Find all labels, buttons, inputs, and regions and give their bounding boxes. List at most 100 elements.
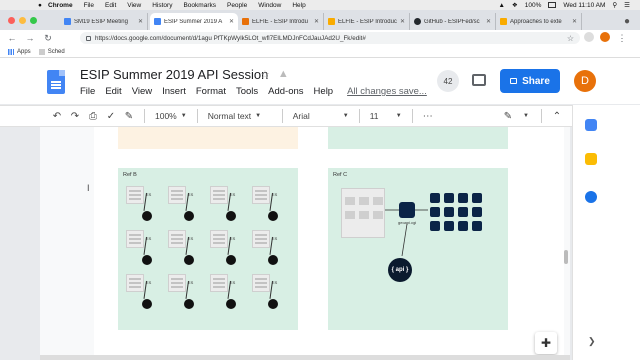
save-status[interactable]: All changes save... bbox=[347, 86, 427, 97]
docs-menu-tools[interactable]: Tools bbox=[236, 86, 258, 97]
docs-menu-view[interactable]: View bbox=[132, 86, 152, 97]
extension-icon[interactable] bbox=[584, 32, 594, 42]
menu-list-icon[interactable]: ☰ bbox=[624, 1, 630, 9]
service-card bbox=[168, 230, 186, 248]
bluetooth-icon[interactable]: ❖ bbox=[512, 1, 518, 9]
menu-window[interactable]: Window bbox=[258, 2, 281, 9]
document-page[interactable]: Ref B ES ES ES ES ES ES ES ES ES ES ES ES Ref C geo… bbox=[94, 127, 564, 360]
move-to-drive-icon[interactable]: ▲ bbox=[278, 68, 289, 81]
chevron-down-icon: ▼ bbox=[255, 113, 262, 119]
connector bbox=[269, 236, 273, 255]
chevron-down-icon[interactable]: ▼ bbox=[517, 107, 535, 125]
browser-tab[interactable]: GitHub - ESIPFed/sc ✕ bbox=[410, 13, 496, 30]
profile-icon[interactable]: ● bbox=[624, 16, 630, 27]
service-card bbox=[210, 186, 228, 204]
docs-menu-help[interactable]: Help bbox=[314, 86, 334, 97]
apple-icon[interactable]: ● bbox=[38, 2, 48, 9]
undo-icon[interactable]: ↶ bbox=[48, 107, 66, 125]
browser-nav-bar: ← → ↻ https://docs.google.com/document/d… bbox=[0, 30, 640, 46]
reload-button[interactable]: ↻ bbox=[42, 32, 54, 44]
formatting-toolbar: ↶ ↷ ⎙ ✓ ✎ 100% ▼ Normal text ▼ Arial ▼ 11 ▼ … bbox=[40, 105, 570, 127]
menu-app-name[interactable]: Chrome bbox=[48, 2, 73, 9]
star-icon[interactable]: ☆ bbox=[260, 68, 270, 81]
wifi-icon[interactable]: ▲ bbox=[498, 2, 504, 9]
panel-ref-a-bottom bbox=[118, 127, 298, 149]
chevron-right-icon[interactable]: ❯ bbox=[588, 336, 596, 347]
docs-menu-bar: File Edit View Insert Format Tools Add-o… bbox=[80, 86, 427, 97]
address-bar[interactable]: https://docs.google.com/document/d/1agu … bbox=[80, 32, 580, 44]
comments-icon[interactable] bbox=[472, 74, 486, 86]
page-icon bbox=[38, 48, 45, 55]
minimize-window-button[interactable] bbox=[19, 17, 26, 24]
close-tab-icon[interactable]: ✕ bbox=[138, 18, 143, 25]
browser-tab[interactable]: ELFIE - ESIP Introdu ✕ bbox=[238, 13, 324, 30]
docs-menu-edit[interactable]: Edit bbox=[105, 86, 121, 97]
close-window-button[interactable] bbox=[8, 17, 15, 24]
browser-tab[interactable]: ELFIE - ESIP Introduc ✕ bbox=[324, 13, 410, 30]
browser-tab[interactable]: SM19 ESIP Meeting ✕ bbox=[60, 13, 148, 30]
forward-button[interactable]: → bbox=[24, 32, 36, 44]
docs-menu-file[interactable]: File bbox=[80, 86, 95, 97]
bookmark-label: Apps bbox=[17, 48, 31, 55]
spellcheck-icon[interactable]: ✓ bbox=[102, 107, 120, 125]
side-panel bbox=[572, 105, 640, 360]
service-unit: ES bbox=[208, 228, 244, 272]
more-options-icon[interactable]: ⋮ bbox=[616, 32, 628, 44]
clock[interactable]: Wed 11:10 AM bbox=[563, 2, 605, 9]
tasks-icon[interactable] bbox=[585, 191, 597, 203]
bookmark-sched[interactable]: Sched bbox=[38, 48, 65, 55]
api-dot-icon bbox=[142, 211, 152, 221]
close-tab-icon[interactable]: ✕ bbox=[572, 18, 577, 25]
profile-avatar-icon[interactable] bbox=[600, 32, 610, 42]
tab-title: Approaches to exte bbox=[510, 18, 562, 25]
close-tab-icon[interactable]: ✕ bbox=[229, 18, 234, 25]
browser-tab-strip: SM19 ESIP Meeting ✕ ESIP Summer 2019 A ✕… bbox=[0, 10, 640, 30]
search-icon[interactable]: ⚲ bbox=[612, 1, 617, 9]
font-size-value: 11 bbox=[369, 111, 379, 121]
zoom-select[interactable]: 100% ▼ bbox=[151, 111, 191, 121]
editing-mode-icon[interactable]: ✎ bbox=[499, 107, 517, 125]
print-icon[interactable]: ⎙ bbox=[84, 107, 102, 125]
calendar-icon[interactable] bbox=[585, 119, 597, 131]
menu-edit[interactable]: Edit bbox=[105, 2, 116, 9]
battery-percent[interactable]: 100% bbox=[525, 2, 542, 9]
style-select[interactable]: Normal text ▼ bbox=[204, 111, 276, 121]
keep-icon[interactable] bbox=[585, 153, 597, 165]
zoom-window-button[interactable] bbox=[30, 17, 37, 24]
menu-bookmarks[interactable]: Bookmarks bbox=[183, 2, 216, 9]
share-button[interactable]: Share bbox=[500, 69, 560, 93]
document-title[interactable]: ESIP Summer 2019 API Session bbox=[80, 67, 268, 82]
collapse-toolbar-icon[interactable]: ⌃ bbox=[548, 107, 566, 125]
vertical-scrollbar[interactable] bbox=[564, 250, 568, 264]
close-tab-icon[interactable]: ✕ bbox=[314, 18, 319, 25]
redo-icon[interactable]: ↷ bbox=[66, 107, 84, 125]
font-select[interactable]: Arial ▼ bbox=[289, 111, 353, 121]
bookmark-apps[interactable]: Apps bbox=[8, 48, 31, 55]
browser-tab-active[interactable]: ESIP Summer 2019 A ✕ bbox=[150, 13, 238, 30]
close-tab-icon[interactable]: ✕ bbox=[400, 18, 405, 25]
service-card bbox=[252, 186, 270, 204]
close-tab-icon[interactable]: ✕ bbox=[486, 18, 491, 25]
user-avatar[interactable]: D bbox=[574, 70, 596, 92]
viewer-count-badge[interactable]: 42 bbox=[437, 70, 459, 92]
paint-format-icon[interactable]: ✎ bbox=[120, 107, 138, 125]
explore-button[interactable]: ✚ bbox=[535, 332, 557, 354]
back-button[interactable]: ← bbox=[6, 32, 18, 44]
toolbar-divider bbox=[411, 109, 413, 123]
menu-history[interactable]: History bbox=[152, 2, 172, 9]
docs-menu-addons[interactable]: Add-ons bbox=[268, 86, 303, 97]
bookmark-star-icon[interactable]: ☆ bbox=[567, 34, 574, 43]
api-dot-icon bbox=[268, 299, 278, 309]
docs-menu-insert[interactable]: Insert bbox=[162, 86, 186, 97]
menu-file[interactable]: File bbox=[84, 2, 94, 9]
document-canvas: Ref B ES ES ES ES ES ES ES ES ES ES ES ES Ref C geo… bbox=[40, 127, 570, 360]
font-size-select[interactable]: 11 ▼ bbox=[366, 111, 406, 121]
docs-menu-format[interactable]: Format bbox=[196, 86, 226, 97]
menu-people[interactable]: People bbox=[227, 2, 247, 9]
menu-view[interactable]: View bbox=[127, 2, 141, 9]
google-docs-logo-icon[interactable] bbox=[47, 70, 65, 94]
menu-help[interactable]: Help bbox=[292, 2, 305, 9]
browser-tab[interactable]: Approaches to exte ✕ bbox=[496, 13, 582, 30]
horizontal-scrollbar[interactable] bbox=[40, 355, 570, 360]
more-icon[interactable]: ⋯ bbox=[419, 107, 437, 125]
